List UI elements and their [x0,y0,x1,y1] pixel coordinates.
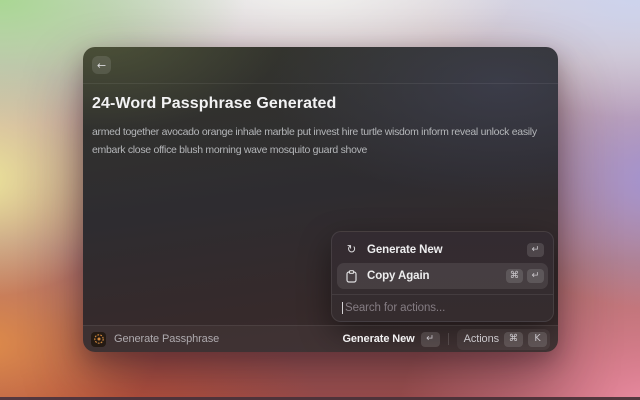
divider [447,333,449,345]
actions-button[interactable]: Actions ⌘ K [456,328,550,350]
refresh-icon: ↻ [346,242,357,257]
command-key-badge: ⌘ [506,269,523,283]
action-item-label: Copy Again [367,270,430,282]
window-header: ← [83,47,558,84]
clipboard-icon [344,269,359,283]
page-title: 24-Word Passphrase Generated [92,95,337,112]
command-key-badge: ⌘ [504,331,523,347]
action-item-copy-again[interactable]: Copy Again ⌘ ↵ [337,263,548,289]
status-bar: Generate Passphrase Generate New ↵ Actio… [83,325,558,352]
passphrase-text: armed together avocado orange inhale mar… [92,126,537,157]
shortcut-keys: ⌘ ↵ [506,269,544,283]
shortcut-keys: ↵ [527,243,544,257]
back-arrow-icon: ← [96,58,107,72]
actions-list: ↻ Generate New ↵ Copy Again ⌘ ↵ [332,232,553,294]
extension-icon [91,331,106,347]
status-bar-actions: Generate New ↵ Actions ⌘ K [342,328,550,350]
k-key-badge: K [528,331,547,347]
primary-action-button[interactable]: Generate New [342,333,414,345]
actions-button-label: Actions [463,333,499,345]
actions-panel: ↻ Generate New ↵ Copy Again ⌘ ↵ Search f… [331,231,554,322]
return-key-badge: ↵ [420,331,440,347]
return-key-badge: ↵ [527,243,544,257]
action-item-generate-new[interactable]: ↻ Generate New ↵ [337,237,548,263]
action-item-label: Generate New [367,244,443,256]
detail-view: 24-Word Passphrase Generated armed toget… [83,84,558,160]
desktop: ← 24-Word Passphrase Generated armed tog… [0,0,640,400]
text-cursor [342,302,343,314]
search-placeholder: Search for actions... [345,302,446,314]
command-name: Generate Passphrase [114,333,220,345]
raycast-window: ← 24-Word Passphrase Generated armed tog… [83,47,558,352]
return-key-badge: ↵ [527,269,544,283]
actions-search-field[interactable]: Search for actions... [332,294,553,321]
back-button[interactable]: ← [92,56,111,74]
